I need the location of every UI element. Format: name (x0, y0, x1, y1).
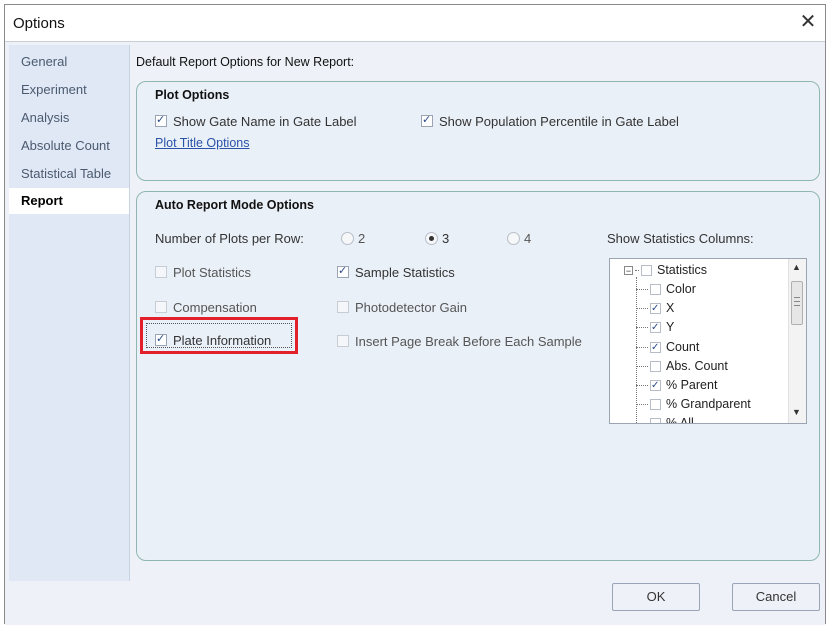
focus-rectangle (146, 323, 292, 348)
plot-statistics-label: Plot Statistics (173, 264, 252, 280)
tree-item-color[interactable]: Color (636, 280, 696, 298)
close-icon[interactable]: ✕ (797, 11, 819, 33)
tree-item-y[interactable]: Y (636, 318, 675, 337)
tree-checkbox-checked-icon[interactable] (650, 319, 661, 337)
sidebar-item-statistical-table[interactable]: Statistical Table (9, 161, 129, 187)
tree-item-label: Abs. Count (666, 359, 728, 373)
photodetector-gain-checkbox[interactable]: Photodetector Gain (337, 298, 467, 316)
tree-connector (636, 403, 648, 405)
checkbox-unchecked-icon (155, 266, 167, 278)
tree-connector (636, 326, 648, 328)
tree-connector (635, 269, 639, 271)
tree-connector (636, 384, 648, 386)
grip-line (794, 301, 800, 302)
radio-icon (341, 231, 354, 245)
tree-item-label: % Parent (666, 378, 718, 392)
checkbox-checked-icon (155, 113, 167, 127)
tree-checkbox-icon[interactable] (650, 360, 661, 372)
ok-button[interactable]: OK (612, 583, 700, 611)
photodetector-gain-label: Photodetector Gain (355, 299, 468, 315)
auto-report-mode-title: Auto Report Mode Options (155, 198, 315, 212)
tree-checkbox-icon[interactable] (650, 417, 661, 423)
checkbox-unchecked-icon (337, 301, 349, 313)
dialog-title: Options (13, 15, 65, 32)
options-sidebar: General Experiment Analysis Absolute Cou… (9, 45, 130, 581)
tree-connector (636, 307, 648, 309)
tree-connector (636, 422, 648, 423)
sidebar-item-analysis[interactable]: Analysis (9, 105, 129, 131)
default-report-header: Default Report Options for New Report: (136, 55, 355, 69)
compensation-label: Compensation (173, 299, 257, 315)
tree-checkbox-checked-icon[interactable] (650, 300, 661, 318)
options-dialog: Options ✕ General Experiment Analysis Ab… (4, 4, 826, 625)
tree-checkbox-checked-icon[interactable] (650, 377, 661, 395)
radio-selected-icon (425, 231, 438, 245)
grip-line (794, 297, 800, 298)
tree-item-percent-grandparent[interactable]: % Grandparent (636, 395, 751, 413)
plots-per-row-3-radio[interactable]: 3 (425, 229, 449, 247)
plots-per-row-2-radio[interactable]: 2 (341, 229, 365, 247)
auto-report-mode-group: Auto Report Mode Options Number of Plots… (136, 191, 820, 561)
tree-item-label: % All (666, 416, 694, 424)
tree-connector (636, 346, 648, 348)
tree-item-label: Count (666, 340, 700, 354)
plots-per-row-label: Number of Plots per Row: (155, 230, 304, 246)
show-statistics-columns-label: Show Statistics Columns: (607, 230, 754, 246)
checkbox-checked-icon (337, 264, 349, 278)
plot-statistics-checkbox[interactable]: Plot Statistics (155, 263, 251, 281)
tree-item-percent-parent[interactable]: % Parent (636, 376, 718, 395)
checkbox-unchecked-icon (337, 335, 349, 347)
radio-label-3: 3 (442, 230, 450, 246)
tree-item-label: % Grandparent (666, 397, 751, 411)
show-population-percentile-label: Show Population Percentile in Gate Label (439, 113, 679, 129)
sidebar-item-report[interactable]: Report (9, 188, 129, 214)
grip-line (794, 305, 800, 306)
sample-statistics-checkbox[interactable]: Sample Statistics (337, 263, 455, 281)
tree-checkbox-icon[interactable] (641, 264, 652, 276)
radio-label-4: 4 (524, 230, 532, 246)
tree-connector (636, 288, 648, 290)
statistics-columns-tree[interactable]: − Statistics Color X (609, 258, 807, 424)
tree-item-label: Y (666, 320, 675, 334)
tree-item-percent-all[interactable]: % All (636, 414, 694, 424)
show-population-percentile-checkbox[interactable]: Show Population Percentile in Gate Label (421, 112, 679, 130)
scroll-up-icon[interactable]: ▲ (792, 262, 801, 272)
tree-checkbox-icon[interactable] (650, 398, 661, 410)
plot-options-group: Plot Options Show Gate Name in Gate Labe… (136, 81, 820, 181)
tree-item-count[interactable]: Count (636, 338, 700, 357)
plots-per-row-4-radio[interactable]: 4 (507, 229, 531, 247)
tree-item-x[interactable]: X (636, 299, 675, 318)
report-options-panel: Default Report Options for New Report: P… (130, 45, 822, 581)
compensation-checkbox[interactable]: Compensation (155, 298, 257, 316)
insert-page-break-label: Insert Page Break Before Each Sample (355, 333, 582, 349)
cancel-button[interactable]: Cancel (732, 583, 820, 611)
show-gate-name-checkbox[interactable]: Show Gate Name in Gate Label (155, 112, 357, 130)
tree-item-label: Color (666, 282, 696, 296)
tree-item-label: X (666, 301, 675, 315)
title-bar: Options ✕ (5, 5, 825, 42)
checkbox-unchecked-icon (155, 301, 167, 313)
show-gate-name-label: Show Gate Name in Gate Label (173, 113, 357, 129)
sidebar-item-absolute-count[interactable]: Absolute Count (9, 133, 129, 159)
dialog-button-bar: OK Cancel (5, 581, 825, 625)
insert-page-break-checkbox[interactable]: Insert Page Break Before Each Sample (337, 332, 582, 350)
sidebar-item-general[interactable]: General (9, 49, 129, 75)
tree-checkbox-icon[interactable] (650, 283, 661, 295)
tree-checkbox-checked-icon[interactable] (650, 339, 661, 357)
radio-label-2: 2 (358, 230, 366, 246)
tree-item-abs-count[interactable]: Abs. Count (636, 357, 728, 375)
collapse-icon[interactable]: − (624, 265, 633, 275)
plot-title-options-link[interactable]: Plot Title Options (155, 136, 250, 150)
checkbox-checked-icon (421, 113, 433, 127)
sidebar-item-experiment[interactable]: Experiment (9, 77, 129, 103)
tree-scrollbar[interactable]: ▲ ▼ (788, 259, 806, 423)
scroll-thumb[interactable] (791, 281, 803, 325)
scroll-down-icon[interactable]: ▼ (792, 407, 801, 417)
tree-connector (636, 365, 648, 367)
radio-icon (507, 231, 520, 245)
sample-statistics-label: Sample Statistics (355, 264, 455, 280)
tree-root-label: Statistics (657, 263, 708, 277)
tree-root-statistics[interactable]: − Statistics (624, 261, 707, 279)
plot-options-title: Plot Options (155, 88, 230, 102)
